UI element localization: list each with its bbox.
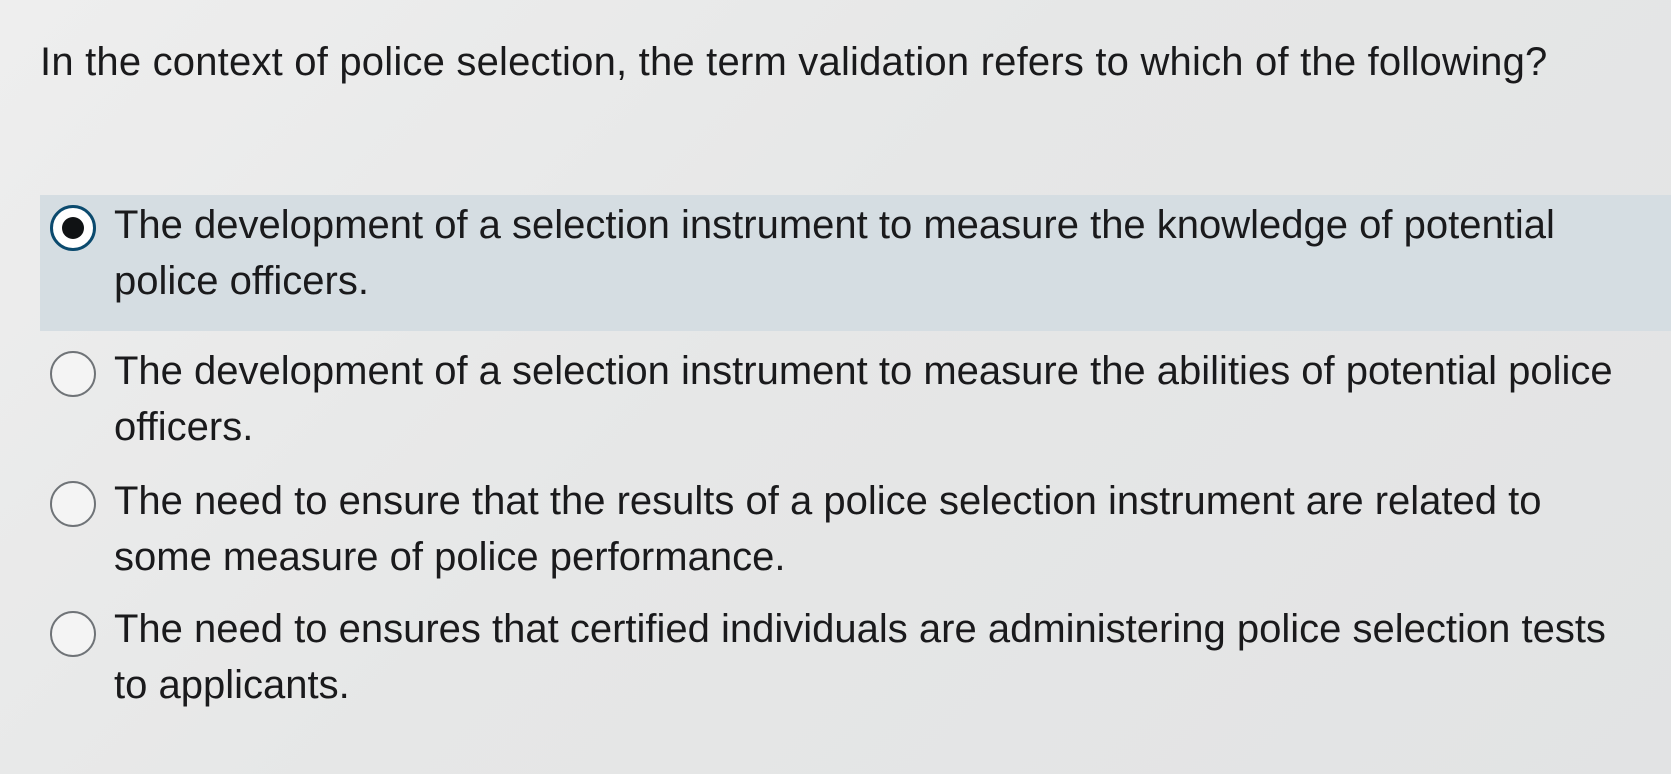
answer-option-1[interactable]: The development of a selection instrumen… (40, 195, 1671, 331)
answer-options: The development of a selection instrumen… (0, 195, 1671, 721)
answer-option-3[interactable]: The need to ensure that the results of a… (40, 471, 1671, 599)
answer-option-label: The development of a selection instrumen… (114, 203, 1555, 303)
radio-unselected-icon[interactable] (50, 351, 96, 397)
answer-option-label: The need to ensures that certified indiv… (114, 607, 1606, 707)
radio-dot-icon (62, 217, 84, 239)
question-text: In the context of police selection, the … (40, 40, 1548, 84)
quiz-screen: In the context of police selection, the … (0, 0, 1671, 774)
radio-selected-icon[interactable] (50, 205, 96, 251)
radio-unselected-icon[interactable] (50, 611, 96, 657)
answer-option-label: The need to ensure that the results of a… (114, 479, 1542, 579)
radio-unselected-icon[interactable] (50, 481, 96, 527)
answer-option-label: The development of a selection instrumen… (114, 349, 1613, 449)
answer-option-4[interactable]: The need to ensures that certified indiv… (40, 601, 1671, 721)
answer-option-2[interactable]: The development of a selection instrumen… (40, 337, 1671, 465)
